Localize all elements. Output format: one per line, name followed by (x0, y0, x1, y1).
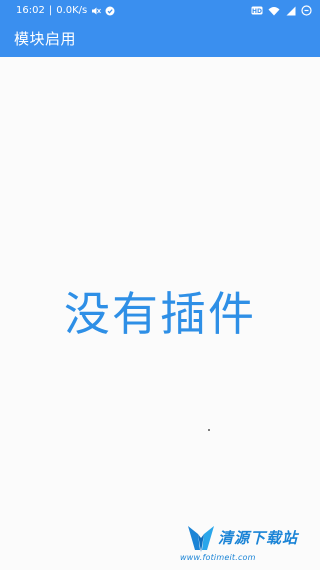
status-time: 16:02 (16, 5, 45, 16)
status-right: HD (251, 5, 312, 16)
network-speed: 0.0K/s (56, 5, 88, 16)
stray-dot (208, 429, 210, 431)
empty-state-message: 没有插件 (64, 287, 256, 341)
status-separator: | (48, 5, 53, 16)
status-bar: 16:02 | 0.0K/s HD (0, 0, 320, 22)
app-header: 16:02 | 0.0K/s HD 模块启用 (0, 0, 320, 57)
watermark-url: www.fotimeit.com (180, 553, 256, 562)
wifi-icon (268, 6, 280, 16)
svg-text:HD: HD (252, 8, 262, 15)
mute-icon (91, 6, 102, 16)
status-left: 16:02 | 0.0K/s (16, 5, 115, 16)
page-title: 模块启用 (14, 30, 77, 48)
watermark: 清源下载站 www.fotimeit.com (150, 520, 320, 570)
hd-icon: HD (251, 6, 263, 15)
app-notification-icon (105, 6, 115, 16)
signal-icon (285, 6, 296, 16)
battery-icon (301, 5, 312, 16)
watermark-name: 清源下载站 (218, 529, 299, 547)
